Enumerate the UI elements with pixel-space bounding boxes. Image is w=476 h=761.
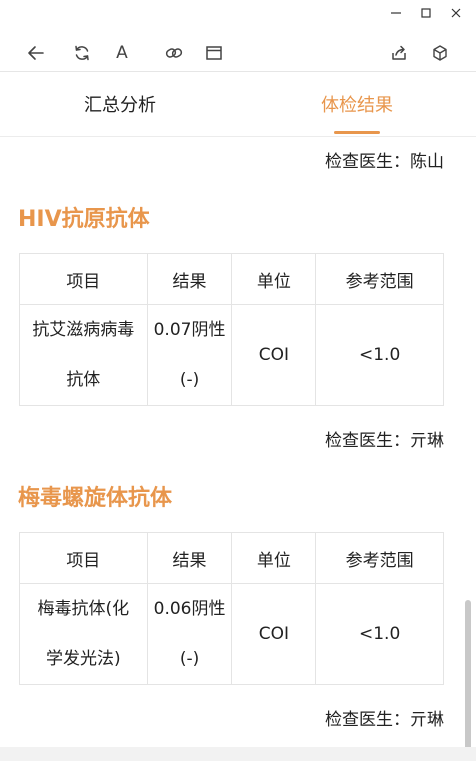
tab-summary-analysis[interactable]: 汇总分析 bbox=[40, 72, 200, 136]
cell-item: 梅毒抗体(化 学发光法) bbox=[19, 583, 148, 685]
cell-range: <1.0 bbox=[315, 583, 444, 685]
doctor-label: 检查医生：亓琳 bbox=[325, 431, 444, 451]
header-range: 参考范围 bbox=[315, 532, 444, 584]
item-line-1: 梅毒抗体(化 bbox=[37, 599, 130, 619]
section-title-syphilis: 梅毒螺旋体抗体 bbox=[18, 486, 173, 511]
header-item: 项目 bbox=[19, 253, 148, 305]
table-row: 抗艾滋病病毒 抗体 0.07阴性 (-) COI <1.0 bbox=[19, 304, 444, 406]
window-icon[interactable] bbox=[201, 40, 227, 66]
header-range: 参考范围 bbox=[315, 253, 444, 305]
table-header-row: 项目 结果 单位 参考范围 bbox=[19, 253, 444, 305]
cell-unit: COI bbox=[231, 304, 317, 406]
refresh-icon[interactable] bbox=[69, 40, 95, 66]
minimize-icon[interactable] bbox=[386, 4, 406, 22]
section-title-hiv: HIV抗原抗体 bbox=[18, 207, 150, 232]
result-table-hiv: 项目 结果 单位 参考范围 抗艾滋病病毒 抗体 0.07阴性 (-) COI <… bbox=[19, 253, 444, 406]
result-line-1: 0.06阴性 bbox=[153, 599, 226, 619]
back-arrow-icon[interactable] bbox=[23, 40, 49, 66]
cell-result: 0.07阴性 (-) bbox=[146, 304, 233, 406]
cell-range: <1.0 bbox=[315, 304, 444, 406]
close-icon[interactable] bbox=[446, 4, 466, 22]
font-size-label: A bbox=[116, 43, 128, 63]
cube-icon[interactable] bbox=[427, 40, 453, 66]
header-item: 项目 bbox=[19, 532, 148, 584]
item-line-2: 学发光法) bbox=[46, 649, 121, 669]
result-line-2: (-) bbox=[179, 649, 200, 669]
header-unit: 单位 bbox=[231, 253, 317, 305]
doctor-label: 检查医生：陈山 bbox=[325, 152, 444, 172]
toolbar: A bbox=[0, 32, 476, 91]
result-line-1: 0.07阴性 bbox=[153, 320, 226, 340]
results-content[interactable]: 检查医生：陈山 HIV抗原抗体 项目 结果 单位 参考范围 抗艾滋病病毒 抗体 … bbox=[0, 137, 476, 747]
header-unit: 单位 bbox=[231, 532, 317, 584]
cell-unit: COI bbox=[231, 583, 317, 685]
header-result: 结果 bbox=[146, 253, 233, 305]
share-icon[interactable] bbox=[386, 40, 412, 66]
item-line-2: 抗体 bbox=[66, 370, 101, 390]
title-bar bbox=[0, 0, 476, 28]
table-row: 梅毒抗体(化 学发光法) 0.06阴性 (-) COI <1.0 bbox=[19, 583, 444, 685]
result-table-syphilis: 项目 结果 单位 参考范围 梅毒抗体(化 学发光法) 0.06阴性 (-) CO… bbox=[19, 532, 444, 685]
table-header-row: 项目 结果 单位 参考范围 bbox=[19, 532, 444, 584]
cell-item: 抗艾滋病病毒 抗体 bbox=[19, 304, 148, 406]
link-icon[interactable] bbox=[161, 40, 187, 66]
result-line-2: (-) bbox=[179, 370, 200, 390]
item-line-1: 抗艾滋病病毒 bbox=[32, 320, 135, 340]
tab-exam-results[interactable]: 体检结果 bbox=[277, 72, 437, 136]
header-result: 结果 bbox=[146, 532, 233, 584]
tab-bar: 汇总分析 体检结果 bbox=[0, 72, 476, 137]
doctor-label: 检查医生：亓琳 bbox=[325, 710, 444, 730]
bottom-bar bbox=[0, 747, 476, 761]
font-size-icon[interactable]: A bbox=[109, 40, 135, 66]
maximize-icon[interactable] bbox=[416, 4, 436, 22]
scrollbar-thumb[interactable] bbox=[465, 600, 471, 750]
active-tab-indicator bbox=[334, 131, 380, 134]
cell-result: 0.06阴性 (-) bbox=[146, 583, 233, 685]
